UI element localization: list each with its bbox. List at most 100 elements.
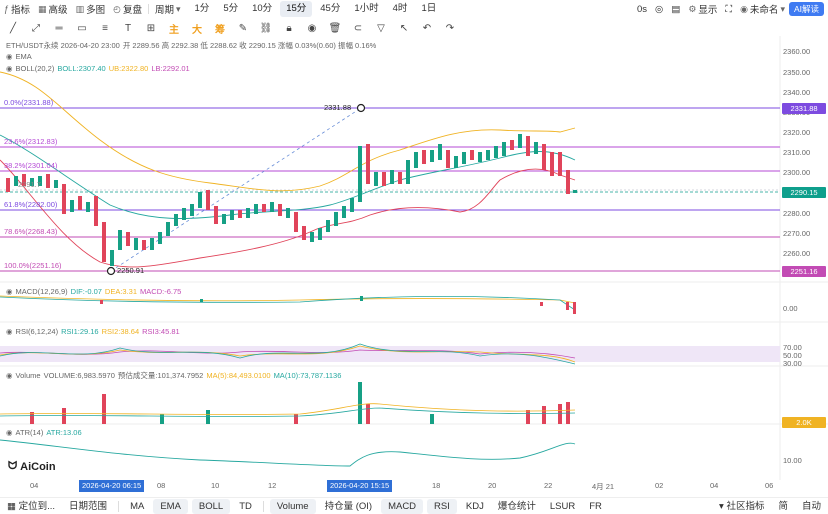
candle xyxy=(374,172,378,186)
line-tool-icon[interactable]: ╱ xyxy=(6,23,20,34)
candle xyxy=(230,210,234,220)
eye-icon[interactable]: ◉ xyxy=(6,428,13,437)
interval-tab-1d[interactable]: 1日 xyxy=(415,1,442,17)
period-button[interactable]: 周期 ▾ xyxy=(151,0,185,18)
auto-scale-button[interactable]: 自动 xyxy=(795,499,828,514)
volume-bar xyxy=(430,414,434,424)
eye-icon[interactable]: ◉ xyxy=(6,327,13,336)
macd-bar xyxy=(360,296,363,301)
main-force-tool[interactable]: 主 xyxy=(167,21,181,36)
volume-bar xyxy=(62,408,66,424)
volume-legend[interactable]: ◉ Volume VOLUME:6,983.5970 预估成交量:101,374… xyxy=(6,370,341,381)
eye-icon[interactable]: ◉ xyxy=(305,23,319,34)
goto-button[interactable]: ▦ 定位到... xyxy=(0,499,62,514)
interval-tab-15m[interactable]: 15分 xyxy=(280,1,313,17)
ema-label: EMA xyxy=(15,52,32,61)
eye-icon[interactable]: ◉ xyxy=(6,52,13,61)
interval-tab-10m[interactable]: 10分 xyxy=(246,1,278,17)
screenshot-icon[interactable]: ◎ xyxy=(651,0,667,18)
candle xyxy=(326,220,330,232)
ema-legend[interactable]: ◉ EMA xyxy=(6,52,32,61)
redo-icon[interactable]: ↷ xyxy=(443,23,457,34)
atr-legend[interactable]: ◉ ATR(14) ATR:13.06 xyxy=(6,428,82,437)
ai-analysis-button[interactable]: AI解读 xyxy=(788,2,824,16)
fib-tool-icon[interactable]: ≡ xyxy=(98,23,112,34)
magnet-icon[interactable]: ⊂ xyxy=(351,23,365,34)
interval-tab-4h[interactable]: 4时 xyxy=(387,1,414,17)
community-label: 社区指标 xyxy=(726,500,765,512)
price-tick: 2300.00 xyxy=(783,168,811,177)
price-tick: 2310.00 xyxy=(783,148,811,157)
ray-tool-icon[interactable]: ⤢ xyxy=(29,23,43,34)
indicator-macd[interactable]: MACD xyxy=(381,498,424,514)
time-tick: 20 xyxy=(488,481,497,490)
community-indicators-button[interactable]: ▾ 社区指标 xyxy=(712,499,771,514)
chip-tool[interactable]: 筹 xyxy=(213,21,227,36)
indicator-ema[interactable]: EMA xyxy=(153,498,188,514)
high-price-tag: 2331.88 xyxy=(782,103,826,114)
period-label: 周期 xyxy=(154,5,174,16)
boll-legend[interactable]: ◉ BOLL(20,2) BOLL:2307.40 UB:2322.80 LB:… xyxy=(6,64,190,73)
hline-tool-icon[interactable]: ═ xyxy=(52,23,66,34)
trash-icon[interactable]: 🗑︎ xyxy=(328,23,342,34)
simple-mode-button[interactable]: 简 xyxy=(771,499,795,514)
replay-button[interactable]: ◴ 复盘 xyxy=(109,0,146,18)
lock-icon[interactable]: 🔒︎ xyxy=(282,23,296,34)
rsi-legend[interactable]: ◉ RSI(6,12,24) RSI1:29.16 RSI2:38.64 RSI… xyxy=(6,327,180,336)
indicator-fr[interactable]: FR xyxy=(582,499,609,514)
candle xyxy=(246,208,250,218)
advanced-button[interactable]: ▦ 高级 xyxy=(34,0,72,18)
indicator-kdj[interactable]: KDJ xyxy=(459,499,491,514)
undo-icon[interactable]: ↶ xyxy=(420,23,434,34)
candles[interactable] xyxy=(6,134,577,266)
time-mode-button[interactable]: 0s xyxy=(633,0,651,18)
price-tick: 2260.00 xyxy=(783,249,811,258)
macd-legend[interactable]: ◉ MACD(12,26,9) DIF:-0.07 DEA:3.31 MACD:… xyxy=(6,287,181,296)
indicators-button[interactable]: ƒ 指标 xyxy=(0,0,34,18)
eye-icon[interactable]: ◉ xyxy=(6,287,13,296)
boll-upper xyxy=(0,71,576,192)
time-tick: 22 xyxy=(544,481,553,490)
interval-tab-45m[interactable]: 45分 xyxy=(314,1,346,17)
indicator-oi[interactable]: 持仓量 (OI) xyxy=(318,499,380,514)
multi-chart-button[interactable]: ▥ 多图 xyxy=(72,0,110,18)
filter-icon[interactable]: ▽ xyxy=(374,23,388,34)
interval-tab-1m[interactable]: 1分 xyxy=(189,1,216,17)
ruler-icon[interactable]: ⊞ xyxy=(144,23,158,34)
big-order-tool[interactable]: 大 xyxy=(190,21,204,36)
layout-icon[interactable]: ▤ xyxy=(667,0,684,18)
time-tick: 02 xyxy=(655,481,664,490)
macd-bar xyxy=(100,300,103,304)
volume-bar xyxy=(102,394,106,424)
date-range-button[interactable]: 日期范围 xyxy=(62,499,114,514)
fullscreen-icon[interactable]: ⛶ xyxy=(721,0,736,18)
interval-tab-1h[interactable]: 1小时 xyxy=(348,1,384,17)
indicator-boll[interactable]: BOLL xyxy=(191,498,231,514)
volume-ma5-value: MA(5):84,493.0100 xyxy=(206,371,271,380)
text-tool-icon[interactable]: T xyxy=(121,23,135,34)
eye-icon[interactable]: ◉ xyxy=(6,371,13,380)
indicator-lsur[interactable]: LSUR xyxy=(543,499,582,514)
rsi-band xyxy=(0,346,780,362)
eye-icon[interactable]: ◉ xyxy=(6,64,13,73)
macd-axis-tick: 0.00 xyxy=(783,304,798,313)
display-icon: ⚙ xyxy=(688,3,697,14)
pen-icon[interactable]: ✎ xyxy=(236,23,250,34)
indicator-td[interactable]: TD xyxy=(232,499,259,514)
indicator-ma[interactable]: MA xyxy=(123,499,151,514)
candle xyxy=(438,144,442,160)
cursor-icon[interactable]: ↖ xyxy=(397,23,411,34)
symbol-label: ETH/USDT永续 2026-04-20 23:00 xyxy=(6,41,120,50)
interval-tab-5m[interactable]: 5分 xyxy=(217,1,244,17)
indicator-liquidation[interactable]: 爆仓统计 xyxy=(491,499,543,514)
candle xyxy=(470,150,474,160)
fib-anchor-high[interactable] xyxy=(356,103,366,113)
link-icon[interactable]: ⛓ xyxy=(259,23,273,34)
display-button[interactable]: ⚙ 显示 xyxy=(684,0,721,18)
kline-chart[interactable] xyxy=(0,36,828,480)
user-button[interactable]: ◉ 未命名 ▾ xyxy=(736,0,789,18)
indicator-rsi[interactable]: RSI xyxy=(427,498,457,514)
fib-anchor-low[interactable] xyxy=(106,266,116,276)
rect-tool-icon[interactable]: ▭ xyxy=(75,23,89,34)
indicator-volume[interactable]: Volume xyxy=(269,498,316,514)
